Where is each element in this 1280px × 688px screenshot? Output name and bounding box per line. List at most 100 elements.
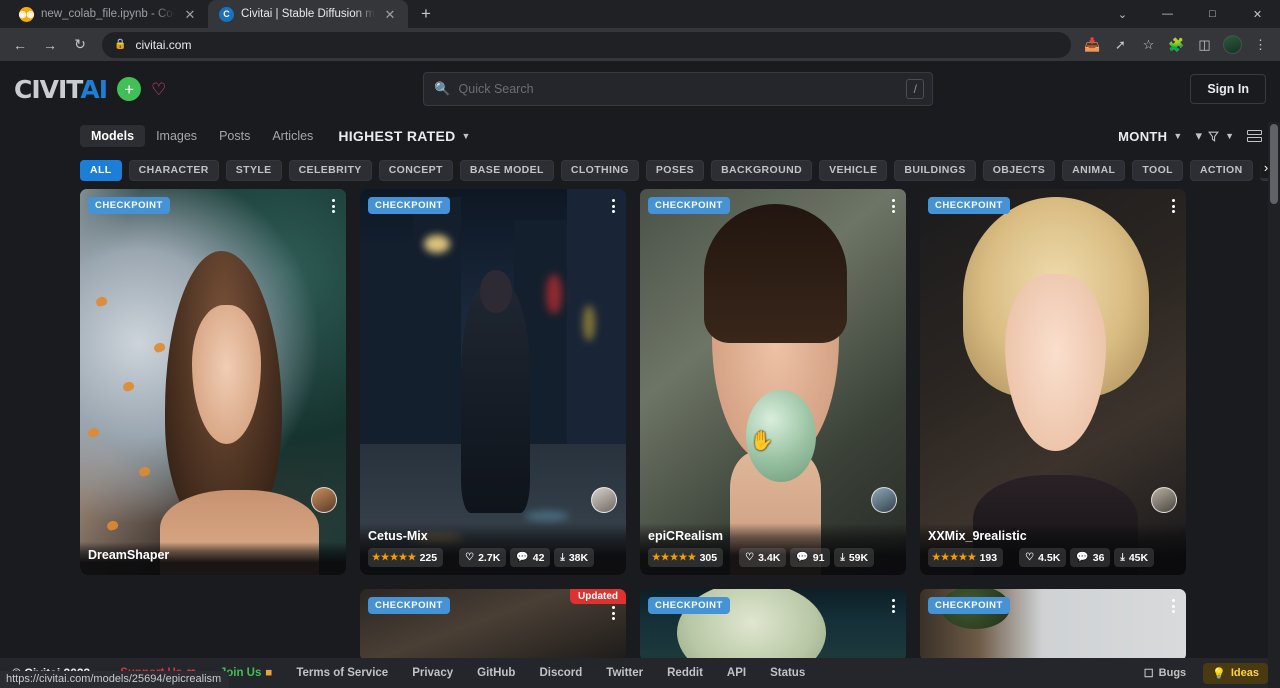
kebab-menu-icon[interactable]: [609, 603, 618, 623]
tag-all[interactable]: ALL: [80, 160, 122, 181]
extensions-icon[interactable]: 🧩: [1163, 31, 1190, 58]
checkpoint-badge: CHECKPOINT: [368, 597, 450, 614]
model-card-dreamshaper[interactable]: CHECKPOINT DreamShaper: [80, 189, 346, 575]
kebab-menu-icon[interactable]: [329, 196, 338, 216]
back-icon[interactable]: ←: [6, 31, 34, 59]
heart-icon: ♡: [1025, 552, 1034, 563]
tag-objects[interactable]: OBJECTS: [983, 160, 1055, 181]
filter-button[interactable]: ▾​ ▼: [1196, 128, 1234, 144]
scrollbar-thumb[interactable]: [1270, 124, 1278, 204]
footer-link-api[interactable]: API: [715, 667, 758, 679]
kebab-menu-icon[interactable]: [609, 196, 618, 216]
sign-in-button[interactable]: Sign In: [1190, 74, 1266, 104]
search-icon: 🔍: [434, 81, 450, 97]
period-dropdown[interactable]: MONTH ▼: [1118, 129, 1182, 144]
heart-icon: ♡: [465, 552, 474, 563]
creator-avatar[interactable]: [311, 487, 337, 513]
heart-icon: ♡: [745, 552, 754, 563]
tab-images[interactable]: Images: [145, 125, 208, 147]
tag-base-model[interactable]: BASE MODEL: [460, 160, 554, 181]
address-input[interactable]: 🔒 civitai.com: [102, 32, 1071, 58]
model-card-row2-3[interactable]: CHECKPOINT: [920, 589, 1186, 661]
footer-link-status[interactable]: Status: [758, 667, 817, 679]
tag-celebrity[interactable]: CELEBRITY: [289, 160, 372, 181]
kebab-menu-icon[interactable]: [889, 196, 898, 216]
ideas-button[interactable]: 💡 Ideas: [1203, 663, 1268, 684]
create-button[interactable]: +: [117, 77, 141, 101]
browser-tab-colab[interactable]: ◉◉ new_colab_file.ipynb - Colaborat ✕: [8, 0, 208, 28]
tag-style[interactable]: STYLE: [226, 160, 282, 181]
bugs-button[interactable]: ☐ Bugs: [1135, 663, 1195, 684]
footer-link-terms[interactable]: Terms of Service: [284, 667, 400, 679]
footer-link-privacy[interactable]: Privacy: [400, 667, 465, 679]
creator-avatar[interactable]: [591, 487, 617, 513]
side-panel-icon[interactable]: ◫: [1191, 31, 1218, 58]
reload-icon[interactable]: ↻: [66, 31, 94, 59]
tag-animal[interactable]: ANIMAL: [1062, 160, 1125, 181]
minimize-button[interactable]: —: [1145, 0, 1190, 28]
creator-avatar[interactable]: [871, 487, 897, 513]
heart-icon[interactable]: ♡: [151, 81, 166, 98]
layout-toggle-icon[interactable]: [1247, 130, 1262, 142]
footer-link-twitter[interactable]: Twitter: [594, 667, 655, 679]
card-thumbnail: [640, 189, 906, 575]
tag-tool[interactable]: TOOL: [1132, 160, 1183, 181]
search-input[interactable]: 🔍 Quick Search /: [423, 72, 933, 106]
sort-dropdown[interactable]: HIGHEST RATED ▼: [338, 128, 470, 144]
tag-clothing[interactable]: CLOTHING: [561, 160, 639, 181]
tag-background[interactable]: BACKGROUND: [711, 160, 812, 181]
rating-count: 193: [980, 552, 998, 564]
footer-link-discord[interactable]: Discord: [527, 667, 594, 679]
model-card-row2-1[interactable]: CHECKPOINT Updated: [360, 589, 626, 661]
likes-count: 2.7K: [478, 552, 500, 564]
download-icon: ⤓: [840, 552, 844, 563]
rating-pill: ★★★★★ 225: [368, 548, 443, 567]
browser-tab-civitai[interactable]: C Civitai | Stable Diffusion models, ✕: [208, 0, 408, 28]
kebab-menu-icon[interactable]: [1169, 196, 1178, 216]
checkpoint-badge: CHECKPOINT: [928, 197, 1010, 214]
likes-pill: ♡ 3.4K: [739, 548, 786, 567]
model-card-xxmix-9realistic[interactable]: CHECKPOINT XXMix_9realistic ★★★★★ 193 ♡ …: [920, 189, 1186, 575]
tab-close-icon[interactable]: ✕: [182, 6, 198, 22]
civitai-logo[interactable]: CIVITAI: [14, 75, 107, 104]
creator-avatar[interactable]: [1151, 487, 1177, 513]
forward-icon[interactable]: →: [36, 31, 64, 59]
footer-link-reddit[interactable]: Reddit: [655, 667, 715, 679]
tag-poses[interactable]: POSES: [646, 160, 704, 181]
install-icon[interactable]: 📥: [1079, 31, 1106, 58]
tab-posts[interactable]: Posts: [208, 125, 261, 147]
model-card-cetus-mix[interactable]: CHECKPOINT Cetus-Mix ★★★★★ 225 ♡ 2.7K: [360, 189, 626, 575]
address-text: civitai.com: [135, 38, 191, 52]
close-window-button[interactable]: ✕: [1235, 0, 1280, 28]
checkpoint-badge: CHECKPOINT: [928, 597, 1010, 614]
card-thumbnail: [360, 189, 626, 575]
model-card-row2-2[interactable]: CHECKPOINT: [640, 589, 906, 661]
bookmark-star-icon[interactable]: ☆: [1135, 31, 1162, 58]
page-scrollbar[interactable]: ▼: [1268, 122, 1280, 688]
updated-badge: Updated: [570, 589, 626, 604]
kebab-menu-icon[interactable]: [1169, 596, 1178, 616]
new-tab-button[interactable]: +: [412, 0, 440, 28]
tag-buildings[interactable]: BUILDINGS: [894, 160, 975, 181]
footer-right-buttons: ☐ Bugs 💡 Ideas: [1135, 663, 1268, 684]
footer-link-github[interactable]: GitHub: [465, 667, 527, 679]
tag-vehicle[interactable]: VEHICLE: [819, 160, 887, 181]
profile-avatar[interactable]: [1219, 31, 1246, 58]
tag-concept[interactable]: CONCEPT: [379, 160, 453, 181]
tab-models[interactable]: Models: [80, 125, 145, 147]
tag-action[interactable]: ACTION: [1190, 160, 1253, 181]
address-bar-row: ← → ↻ 🔒 civitai.com 📥 ➚ ☆ 🧩 ◫ ⋮: [0, 28, 1280, 61]
kebab-menu-icon[interactable]: [889, 596, 898, 616]
comments-pill: 💬 91: [790, 548, 830, 567]
tag-character[interactable]: CHARACTER: [129, 160, 219, 181]
chrome-menu-icon[interactable]: ⋮: [1247, 31, 1274, 58]
tab-search-chevron-icon[interactable]: ⌄: [1100, 0, 1145, 28]
model-title: Cetus-Mix: [368, 529, 618, 543]
maximize-button[interactable]: □: [1190, 0, 1235, 28]
tab-close-icon[interactable]: ✕: [382, 6, 398, 22]
tab-articles[interactable]: Articles: [261, 125, 324, 147]
share-icon[interactable]: ➚: [1107, 31, 1134, 58]
model-card-epicrealism[interactable]: CHECKPOINT epiCRealism ★★★★★ 305 ♡ 3.4K: [640, 189, 906, 575]
content-nav-row: Models Images Posts Articles HIGHEST RAT…: [0, 119, 1280, 153]
comment-icon: 💬: [1076, 552, 1088, 563]
